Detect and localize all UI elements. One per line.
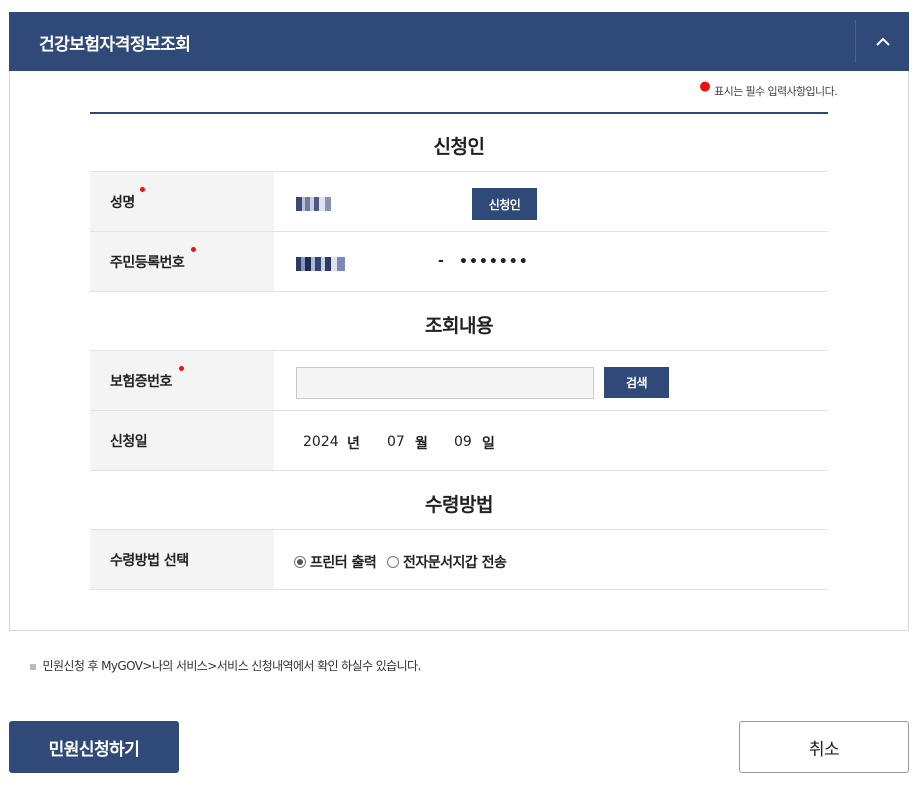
required-dot-icon (140, 187, 145, 192)
section-title-query: 조회내용 (425, 315, 493, 337)
rrn-separator: - (438, 253, 444, 269)
form-top-divider (90, 112, 828, 114)
required-dot-icon: ● (699, 79, 711, 94)
radio-printer[interactable]: 프린터 출력 (294, 552, 377, 572)
date-day-unit: 일 (482, 436, 495, 452)
divider (90, 470, 828, 471)
date-month: 07 (387, 434, 405, 450)
date-year: 2024 (303, 434, 339, 450)
collapse-button[interactable] (855, 20, 909, 63)
rrn-label: 주민등록번호 (90, 232, 274, 291)
section-title-applicant: 신청인 (433, 136, 485, 158)
section-title-receive: 수령방법 (425, 494, 493, 516)
rrn-back-masked: ••••••• (459, 254, 529, 270)
date-year-unit: 년 (347, 436, 360, 452)
card-number-label: 보험증번호 (90, 351, 274, 410)
radio-unchecked-icon[interactable] (387, 556, 399, 568)
submit-button[interactable]: 민원신청하기 (9, 721, 179, 773)
radio-e-wallet[interactable]: 전자문서지갑 전송 (387, 552, 507, 572)
rrn-front-masked (296, 256, 345, 271)
chevron-up-icon (875, 37, 890, 46)
name-value-masked (296, 196, 331, 211)
radio-checked-icon[interactable] (294, 556, 306, 568)
card-number-input[interactable] (296, 367, 594, 399)
date-month-unit: 월 (415, 436, 428, 452)
date-day: 09 (454, 434, 472, 450)
required-note: ● 표시는 필수 입력사항입니다. (699, 79, 837, 98)
divider (90, 589, 828, 590)
applicant-button[interactable]: 신청인 (472, 188, 537, 220)
footnote: ▪ 민원신청 후 MyGOV>나의 서비스>서비스 신청내역에서 확인 하실수 있… (29, 659, 421, 673)
bullet-icon: ▪ (29, 659, 37, 673)
name-label: 성명 (90, 172, 274, 231)
search-button[interactable]: 검색 (604, 367, 669, 398)
required-dot-icon (191, 247, 196, 252)
required-dot-icon (179, 366, 184, 371)
receive-method-label: 수령방법 선택 (90, 530, 274, 589)
panel-title: 건강보험자격정보조회 (39, 35, 191, 55)
divider (90, 291, 828, 292)
panel-header: 건강보험자격정보조회 (9, 12, 909, 71)
date-label: 신청일 (90, 411, 274, 470)
cancel-button[interactable]: 취소 (739, 721, 909, 773)
